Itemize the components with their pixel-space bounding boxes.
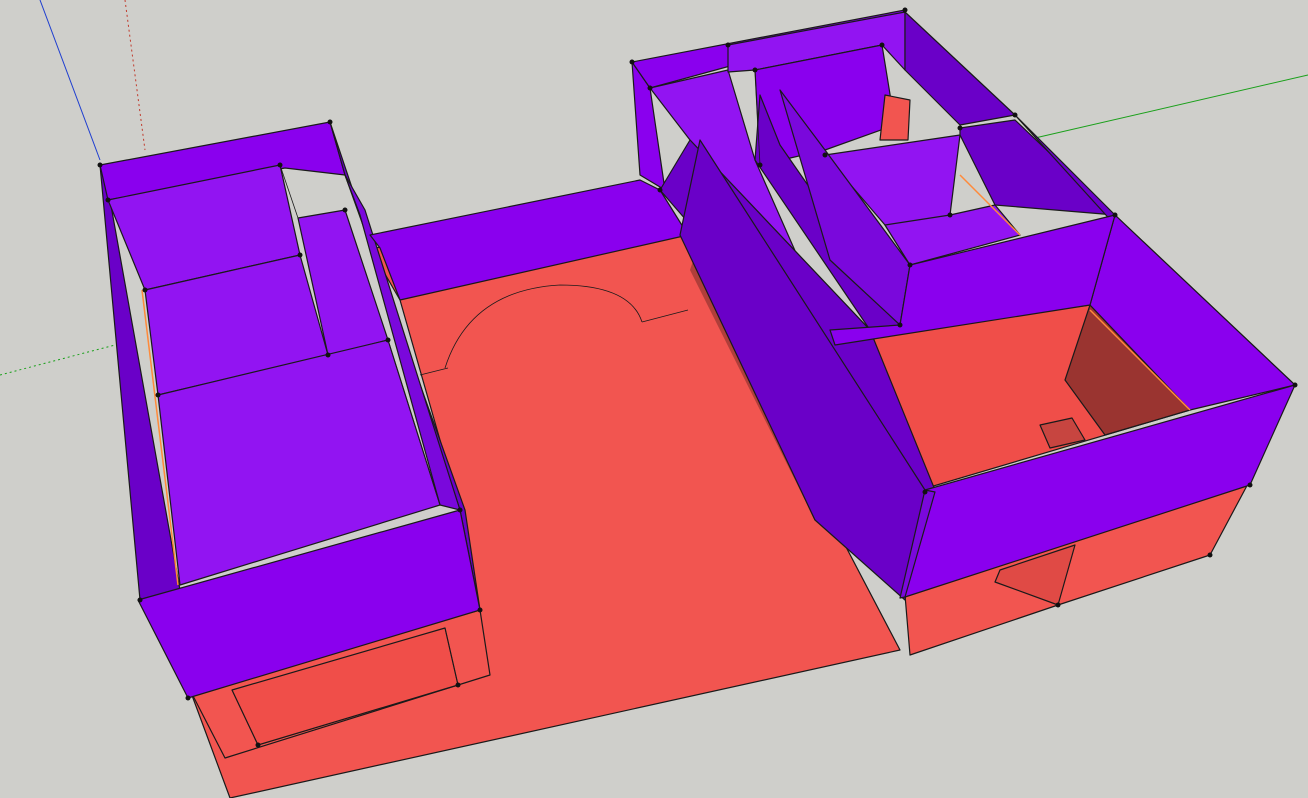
3d-model-canvas[interactable] — [0, 0, 1308, 798]
blue-axis — [39, 0, 101, 161]
green-axis — [1034, 74, 1308, 139]
door-opening — [879, 94, 911, 141]
green-axis-left — [0, 344, 116, 376]
room-upper-east-wall[interactable] — [904, 11, 1016, 126]
red-axis-upper — [124, 0, 146, 151]
modeling-viewport[interactable] — [0, 0, 1308, 798]
room-middle-east-wall[interactable] — [959, 119, 1116, 216]
